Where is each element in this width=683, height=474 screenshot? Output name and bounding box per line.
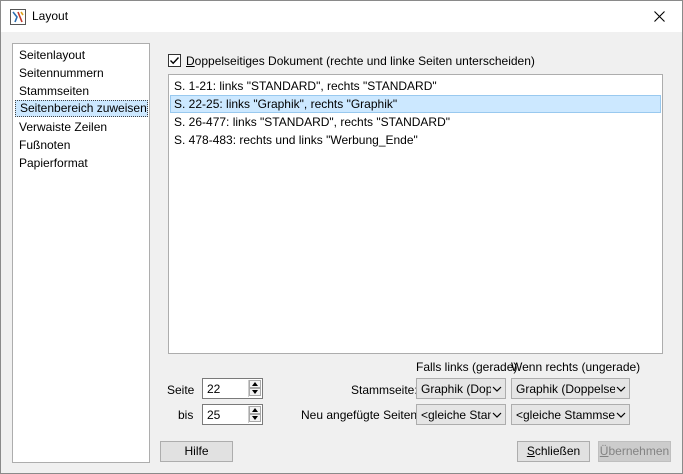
neu-seiten-right-value: <gleiche Stammseite> [516, 408, 615, 422]
stammseite-left-value: Graphik (Doppelseite) [421, 382, 491, 396]
page-range-item[interactable]: S. 26-477: links "STANDARD", rechts "STA… [170, 114, 661, 132]
close-window-button[interactable] [636, 1, 682, 32]
triangle-up-icon [252, 408, 258, 412]
neu-seiten-left-select[interactable]: <gleiche Stammseite> [416, 404, 506, 425]
nav-item-fussnoten[interactable]: Fußnoten [15, 137, 148, 154]
neu-seiten-label: Neu angefügte Seiten: [301, 408, 421, 422]
right-page-column-header: Wenn rechts (ungerade) [511, 360, 641, 374]
nav-item-papierformat[interactable]: Papierformat [15, 155, 148, 172]
settings-nav-list: Seitenlayout Seitennummern Stammseiten S… [12, 43, 150, 463]
bis-up-button[interactable] [249, 406, 261, 414]
close-button[interactable]: Schließen [517, 441, 590, 462]
page-range-item[interactable]: S. 1-21: links "STANDARD", rechts "STAND… [170, 78, 661, 96]
page-range-item[interactable]: S. 478-483: rechts und links "Werbung_En… [170, 132, 661, 150]
chevron-down-icon [616, 412, 626, 418]
bis-value: 25 [207, 408, 221, 422]
chevron-down-icon [616, 386, 626, 392]
check-mark-icon [170, 57, 180, 65]
seite-up-button[interactable] [249, 380, 261, 388]
seite-value: 22 [207, 382, 221, 396]
chevron-down-icon [492, 386, 502, 392]
title-bar[interactable]: Layout [1, 1, 682, 32]
seite-stepper[interactable]: 22 [202, 378, 263, 399]
bis-stepper-arrows [248, 406, 261, 423]
page-range-item[interactable]: S. 22-25: links "Graphik", rechts "Graph… [170, 95, 661, 113]
triangle-up-icon [252, 382, 258, 386]
neu-seiten-left-value: <gleiche Stammseite> [421, 408, 491, 422]
chevron-down-icon [492, 412, 502, 418]
triangle-down-icon [252, 390, 258, 394]
stammseite-label: Stammseite: [351, 383, 418, 397]
bis-down-button[interactable] [249, 414, 261, 422]
stammseite-right-select[interactable]: Graphik (Doppelseite) [511, 378, 630, 399]
page-range-list[interactable]: S. 1-21: links "STANDARD", rechts "STAND… [168, 74, 663, 354]
layout-dialog: Layout Seitenlayout Seitennummern Stamms… [0, 0, 683, 474]
stammseite-left-select[interactable]: Graphik (Doppelseite) [416, 378, 506, 399]
nav-item-verwaiste-zeilen[interactable]: Verwaiste Zeilen [15, 119, 148, 136]
duplex-label: Doppelseitiges Dokument (rechte und link… [186, 54, 535, 68]
triangle-down-icon [252, 416, 258, 420]
nav-item-seitennummern[interactable]: Seitennummern [15, 65, 148, 82]
close-icon [653, 11, 665, 22]
left-page-column-header: Falls links (gerade) [416, 360, 518, 374]
bis-stepper[interactable]: 25 [202, 404, 263, 425]
seite-down-button[interactable] [249, 388, 261, 396]
bis-label: bis [178, 408, 194, 422]
apply-button[interactable]: Übernehmen [598, 441, 671, 462]
duplex-checkbox[interactable] [168, 54, 181, 67]
stammseite-right-value: Graphik (Doppelseite) [516, 382, 615, 396]
help-button[interactable]: Hilfe [160, 441, 233, 462]
nav-item-seitenbereich-zuweisen[interactable]: Seitenbereich zuweisen [15, 100, 148, 117]
nav-item-stammseiten[interactable]: Stammseiten [15, 83, 148, 100]
window-title: Layout [32, 9, 69, 23]
app-icon [10, 9, 26, 25]
seite-label: Seite [167, 383, 195, 397]
seite-stepper-arrows [248, 380, 261, 397]
nav-item-seitenlayout[interactable]: Seitenlayout [15, 47, 148, 64]
neu-seiten-right-select[interactable]: <gleiche Stammseite> [511, 404, 630, 425]
